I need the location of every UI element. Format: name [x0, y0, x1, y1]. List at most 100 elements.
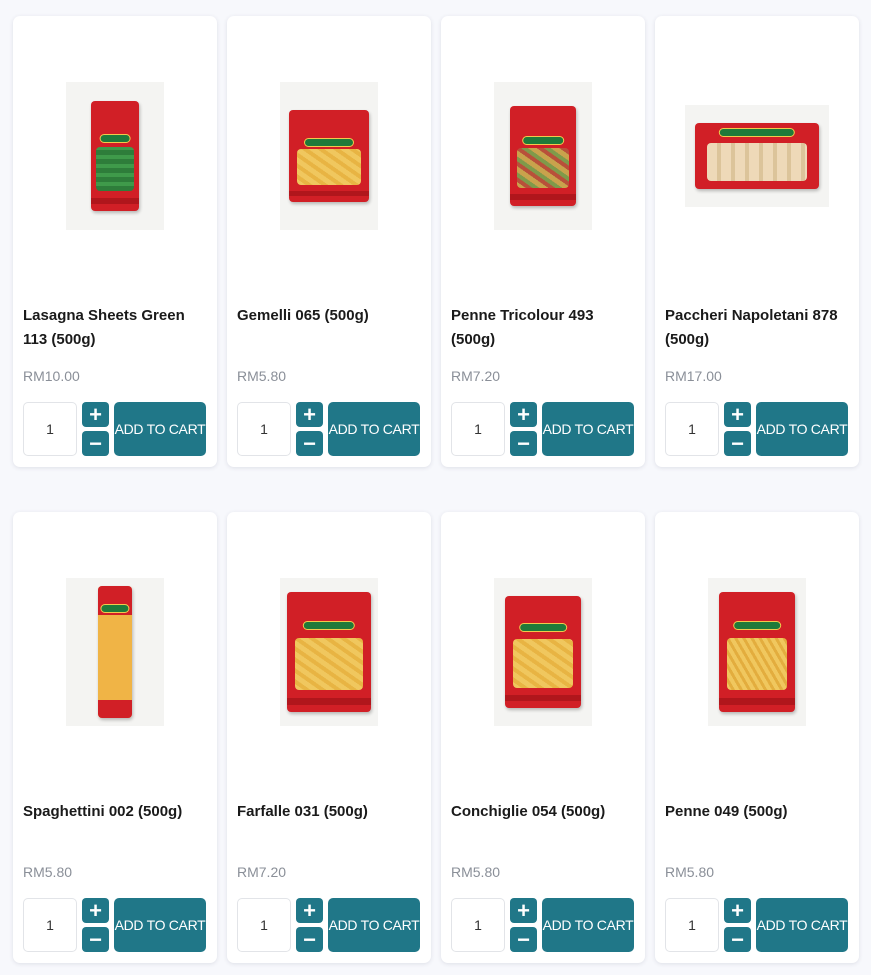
product-card: Paccheri Napoletani 878 (500g) RM17.00 1… [655, 16, 859, 467]
add-to-cart-button[interactable]: ADD TO CART [542, 898, 634, 952]
product-image[interactable] [13, 567, 217, 737]
add-to-cart-button[interactable]: ADD TO CART [114, 402, 206, 456]
pasta-bag-graphic [287, 592, 371, 712]
plus-icon[interactable]: + [296, 898, 323, 923]
minus-icon[interactable]: − [510, 431, 537, 456]
product-price: RM5.80 [451, 864, 501, 880]
minus-icon[interactable]: − [82, 431, 109, 456]
product-card: Gemelli 065 (500g) RM5.80 1 + − ADD TO C… [227, 16, 431, 467]
brand-logo [522, 136, 564, 145]
brand-logo [302, 620, 356, 630]
minus-icon[interactable]: − [510, 927, 537, 952]
add-to-cart-button[interactable]: ADD TO CART [114, 898, 206, 952]
product-image[interactable] [13, 71, 217, 241]
quantity-input[interactable]: 1 [451, 402, 505, 456]
product-photo [708, 578, 806, 726]
product-image[interactable] [441, 71, 645, 241]
pasta-bag-graphic [505, 596, 581, 708]
product-name[interactable]: Penne 049 (500g) [665, 800, 849, 824]
pasta-window [512, 638, 574, 688]
product-price: RM5.80 [237, 368, 287, 384]
quantity-input[interactable]: 1 [237, 898, 291, 952]
plus-icon[interactable]: + [724, 402, 751, 427]
pasta-bag-graphic [289, 110, 369, 202]
product-name[interactable]: Paccheri Napoletani 878 (500g) [665, 304, 849, 352]
product-card: Penne Tricolour 493 (500g) RM7.20 1 + − … [441, 16, 645, 467]
minus-icon[interactable]: − [296, 431, 323, 456]
product-photo [66, 82, 164, 230]
minus-icon[interactable]: − [724, 431, 751, 456]
product-image[interactable] [655, 71, 859, 241]
pasta-window [726, 637, 788, 691]
pack-band [505, 694, 581, 702]
pasta-window [297, 148, 361, 186]
product-name[interactable]: Penne Tricolour 493 (500g) [451, 304, 635, 352]
quantity-input[interactable]: 1 [23, 402, 77, 456]
product-image[interactable] [227, 71, 431, 241]
pack-band [289, 190, 369, 197]
product-name[interactable]: Spaghettini 002 (500g) [23, 800, 207, 824]
product-photo [66, 578, 164, 726]
quantity-input[interactable]: 1 [665, 402, 719, 456]
quantity-input[interactable]: 1 [237, 402, 291, 456]
plus-icon[interactable]: + [510, 898, 537, 923]
pasta-bag-graphic [510, 106, 576, 206]
product-card: Farfalle 031 (500g) RM7.20 1 + − ADD TO … [227, 512, 431, 963]
brand-logo [519, 622, 567, 632]
product-image[interactable] [655, 567, 859, 737]
product-image[interactable] [227, 567, 431, 737]
plus-icon[interactable]: + [82, 898, 109, 923]
product-name[interactable]: Conchiglie 054 (500g) [451, 800, 635, 824]
minus-icon[interactable]: − [296, 927, 323, 952]
add-to-cart-button[interactable]: ADD TO CART [756, 898, 848, 952]
pack-band [287, 697, 371, 705]
product-row: Spaghettini 002 (500g) RM5.80 1 + − ADD … [13, 512, 859, 963]
quantity-input[interactable]: 1 [665, 898, 719, 952]
product-price: RM10.00 [23, 368, 80, 384]
product-price: RM17.00 [665, 368, 722, 384]
brand-logo [100, 604, 130, 614]
product-photo [685, 105, 829, 207]
product-card: Spaghettini 002 (500g) RM5.80 1 + − ADD … [13, 512, 217, 963]
pack-band [98, 699, 132, 718]
product-name[interactable]: Gemelli 065 (500g) [237, 304, 421, 328]
add-to-cart-button[interactable]: ADD TO CART [756, 402, 848, 456]
pasta-box-graphic [91, 101, 139, 211]
brand-logo [304, 137, 354, 147]
pasta-window [95, 147, 135, 192]
pack-band [91, 197, 139, 205]
product-row: Lasagna Sheets Green 113 (500g) RM10.00 … [13, 16, 859, 467]
brand-logo [99, 134, 131, 143]
add-to-cart-button[interactable]: ADD TO CART [328, 898, 420, 952]
plus-icon[interactable]: + [296, 402, 323, 427]
product-grid: Lasagna Sheets Green 113 (500g) RM10.00 … [13, 16, 859, 963]
add-to-cart-button[interactable]: ADD TO CART [542, 402, 634, 456]
product-price: RM7.20 [451, 368, 501, 384]
quantity-input[interactable]: 1 [23, 898, 77, 952]
plus-icon[interactable]: + [82, 402, 109, 427]
pasta-window [516, 148, 570, 188]
brand-logo [733, 620, 781, 630]
quantity-input[interactable]: 1 [451, 898, 505, 952]
pack-band [510, 194, 576, 200]
product-price: RM5.80 [665, 864, 715, 880]
product-card: Lasagna Sheets Green 113 (500g) RM10.00 … [13, 16, 217, 467]
add-to-cart-button[interactable]: ADD TO CART [328, 402, 420, 456]
product-photo [494, 82, 592, 230]
pack-band [719, 697, 795, 705]
product-image[interactable] [441, 567, 645, 737]
product-name[interactable]: Lasagna Sheets Green 113 (500g) [23, 304, 207, 352]
product-price: RM7.20 [237, 864, 287, 880]
pasta-stick-graphic [98, 586, 132, 718]
plus-icon[interactable]: + [510, 402, 537, 427]
product-photo [280, 578, 378, 726]
plus-icon[interactable]: + [724, 898, 751, 923]
pasta-window [295, 637, 363, 691]
product-photo [280, 82, 378, 230]
minus-icon[interactable]: − [724, 927, 751, 952]
product-name[interactable]: Farfalle 031 (500g) [237, 800, 421, 824]
minus-icon[interactable]: − [82, 927, 109, 952]
pasta-window [707, 142, 807, 182]
product-card: Conchiglie 054 (500g) RM5.80 1 + − ADD T… [441, 512, 645, 963]
product-price: RM5.80 [23, 864, 73, 880]
